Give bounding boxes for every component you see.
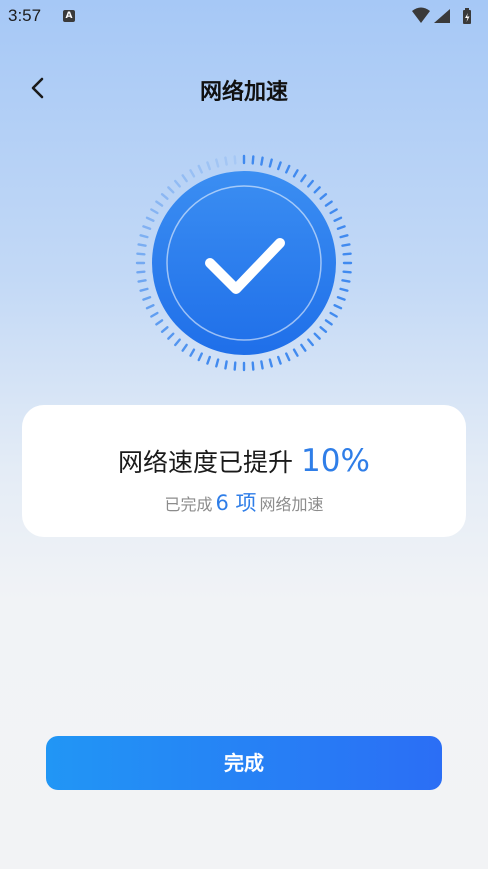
progress-tick (313, 332, 321, 340)
progress-tick (155, 200, 164, 207)
progress-tick (313, 186, 321, 194)
progress-tick (324, 319, 333, 326)
progress-tick (137, 243, 147, 247)
progress-tick (333, 216, 343, 222)
progress-tick (260, 360, 264, 370)
progress-tick (319, 326, 328, 333)
progress-tick (307, 179, 314, 188)
a-box-icon: A (63, 10, 75, 22)
progress-tick (136, 252, 146, 256)
progress-tick (189, 169, 196, 178)
progress-tick (300, 174, 307, 183)
progress-tick (189, 348, 196, 357)
progress-tick (277, 161, 282, 171)
progress-tick (174, 179, 181, 188)
progress-tick (233, 361, 237, 371)
progress-tick (329, 311, 338, 318)
progress-tick (251, 155, 255, 165)
progress-tick (150, 311, 159, 318)
progress-tick (215, 358, 220, 368)
status-time: 3:57 (8, 6, 42, 25)
progress-tick (292, 169, 299, 178)
progress-tick (160, 193, 169, 200)
progress-tick (160, 326, 169, 333)
progress-tick (215, 158, 220, 168)
progress-tick (197, 352, 203, 362)
progress-tick (233, 155, 237, 165)
progress-tick (342, 270, 352, 274)
progress-tick (336, 225, 346, 230)
progress-tick (206, 161, 211, 171)
battery-charging-icon (463, 8, 471, 24)
success-circle (152, 171, 336, 355)
progress-tick (285, 352, 291, 362)
speed-percent: 10% (301, 443, 370, 479)
progress-tick (324, 200, 333, 207)
done-button[interactable]: 完成 (46, 736, 442, 790)
success-graphic (134, 153, 354, 373)
result-card: 网络速度已提升 10% 已完成 6 项网络加速 (22, 405, 466, 537)
progress-tick (139, 234, 149, 239)
progress-tick (333, 304, 343, 310)
progress-tick (145, 216, 155, 222)
progress-tick (142, 296, 152, 301)
progress-tick (341, 279, 351, 283)
progress-tick (300, 343, 307, 352)
status-bar: 3:57 A (0, 0, 488, 34)
progress-tick (292, 348, 299, 357)
progress-tick (224, 156, 228, 166)
status-icons (410, 7, 480, 27)
progress-tick (142, 225, 152, 230)
nav-bar: 网络加速 (0, 60, 488, 116)
progress-tick (181, 343, 188, 352)
progress-tick (145, 304, 155, 310)
progress-tick (336, 296, 346, 301)
progress-tick (268, 358, 273, 368)
speed-result: 网络速度已提升 10% (22, 443, 466, 479)
speed-label: 网络速度已提升 (118, 448, 294, 477)
progress-tick (167, 186, 175, 194)
progress-tick (342, 252, 352, 256)
completion-suffix: 网络加速 (259, 495, 324, 514)
progress-tick (206, 355, 211, 365)
progress-tick (285, 164, 291, 174)
progress-tick (197, 164, 203, 174)
progress-tick (137, 279, 147, 283)
progress-tick (251, 361, 255, 371)
progress-tick (224, 360, 228, 370)
wifi-icon (412, 7, 430, 23)
completion-prefix: 已完成 (164, 495, 213, 514)
progress-tick (268, 158, 273, 168)
progress-tick (319, 193, 328, 200)
page-title: 网络加速 (199, 80, 288, 105)
progress-tick (277, 355, 282, 365)
completion-summary: 已完成 6 项网络加速 (22, 487, 466, 517)
progress-tick (339, 234, 349, 239)
progress-tick (150, 208, 159, 215)
progress-tick (136, 270, 146, 274)
progress-tick (260, 156, 264, 166)
signal-icon (434, 9, 450, 23)
progress-tick (155, 319, 164, 326)
completion-count: 6 项 (215, 491, 257, 515)
progress-tick (339, 287, 349, 292)
progress-tick (307, 338, 314, 347)
progress-tick (181, 174, 188, 183)
progress-tick (341, 243, 351, 247)
progress-tick (167, 332, 175, 340)
progress-tick (174, 338, 181, 347)
progress-tick (139, 287, 149, 292)
progress-tick (329, 208, 338, 215)
